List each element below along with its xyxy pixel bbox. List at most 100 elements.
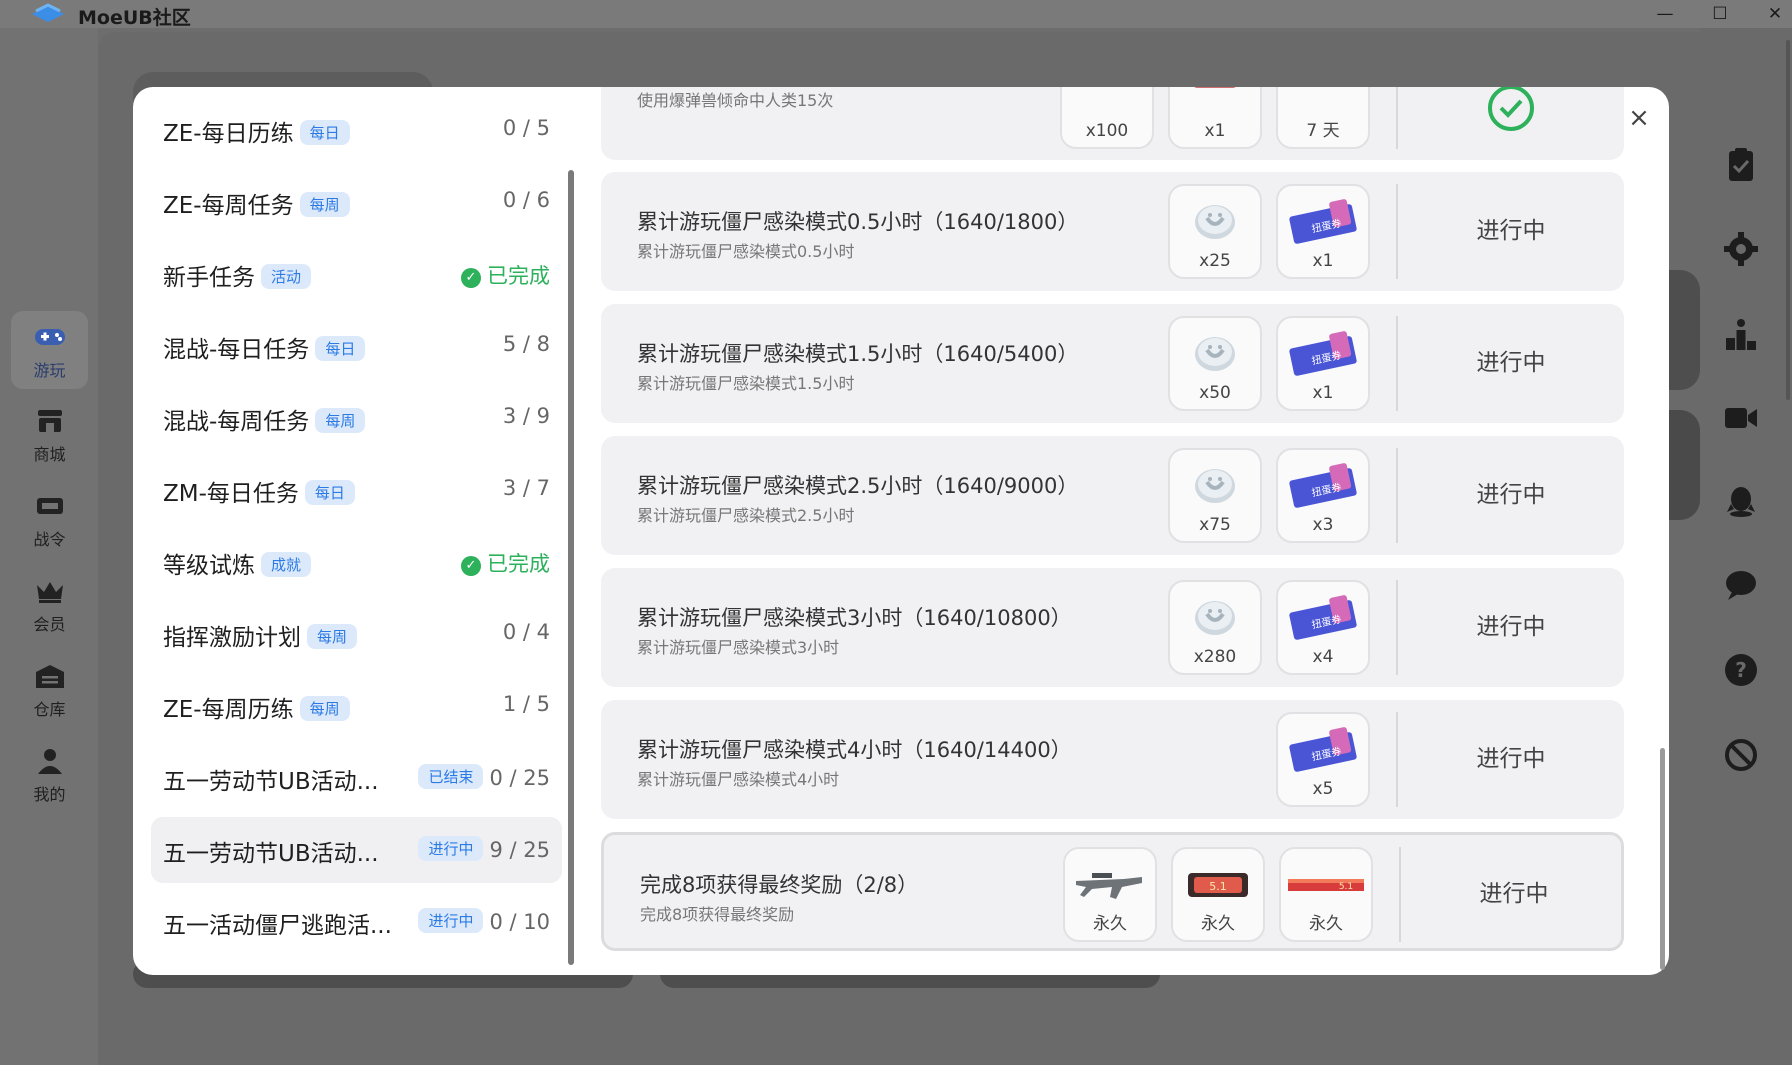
reward-quantity: x100 — [1085, 121, 1129, 141]
reward-quantity: x1 — [1312, 251, 1334, 271]
task-name: ZM-每日任务 每日 — [163, 474, 355, 508]
video-icon[interactable] — [1722, 399, 1760, 437]
reward-item[interactable]: x50 — [1168, 316, 1262, 411]
minimize-button[interactable]: — — [1640, 0, 1690, 28]
window-close-button[interactable]: ✕ — [1750, 0, 1792, 28]
reward-item[interactable]: 扭蛋券 x3 — [1276, 448, 1370, 543]
reward-item[interactable]: x25 — [1168, 184, 1262, 279]
objective-card: 累计游玩僵尸感染模式4小时（1640/14400） 累计游玩僵尸感染模式4小时 扭蛋… — [601, 700, 1624, 819]
objective-status: 进行中 — [1476, 746, 1546, 772]
nav-label: 会员 — [33, 615, 66, 634]
task-status-tag: 进行中 — [418, 908, 484, 933]
task-name: 五一劳动节UB活动... — [163, 834, 379, 868]
title-bar: MoeUB社区 — ☐ ✕ — [0, 0, 1792, 29]
nav-item-4[interactable]: 仓库 — [11, 650, 88, 728]
reward-quantity: 永久 — [1093, 914, 1127, 934]
task-completed-label: 已完成 — [487, 264, 550, 288]
objective-description: 累计游玩僵尸感染模式4小时 — [637, 770, 840, 789]
task-progress-value: 9 / 25 — [489, 838, 550, 862]
warehouse-icon — [33, 662, 67, 690]
objective-list-scrollbar[interactable] — [1660, 748, 1665, 970]
check-circle-icon: ✓ — [461, 268, 481, 288]
task-progress-value: 0 / 10 — [489, 910, 550, 934]
smg-icon — [1072, 857, 1148, 909]
task-title: 等级试炼 — [163, 553, 255, 579]
objective-title: 累计游玩僵尸感染模式3小时（1640/10800） — [637, 606, 1072, 630]
task-item[interactable]: 混战-每周任务 每周 3 / 9 — [151, 385, 562, 451]
clipboard-check-icon[interactable] — [1722, 146, 1760, 184]
task-status-tag: 已结束 — [418, 764, 484, 789]
coin-icon — [1177, 326, 1253, 378]
task-item[interactable]: 五一劳动节UB活动... 已结束 0 / 25 — [151, 745, 562, 811]
nav-item-1[interactable]: 商城 — [11, 395, 88, 473]
task-title: ZE-每日历练 — [163, 121, 294, 147]
task-title: 五一劳动节UB活动... — [163, 841, 379, 867]
objective-title: 累计游玩僵尸感染模式2.5小时（1640/9000） — [637, 474, 1079, 498]
svg-text:5.1: 5.1 — [1209, 880, 1227, 893]
coin-icon — [1177, 590, 1253, 642]
reward-quantity: x3 — [1312, 515, 1334, 535]
task-item[interactable]: 等级试炼 成就 ✓ 已完成 — [151, 529, 562, 595]
coin-icon — [1177, 194, 1253, 246]
reward-item[interactable]: 扭蛋券 x1 — [1276, 316, 1370, 411]
task-type-tag: 每周 — [315, 408, 366, 433]
chat-icon[interactable] — [1722, 566, 1760, 604]
task-title: ZE-每周历练 — [163, 697, 294, 723]
reward-item[interactable]: 永久 — [1063, 847, 1157, 942]
task-progress-value: 0 / 5 — [502, 116, 550, 140]
objective-status: 进行中 — [1479, 881, 1549, 907]
objective-card: 累计游玩僵尸感染模式3小时（1640/10800） 累计游玩僵尸感染模式3小时 x2… — [601, 568, 1624, 687]
reward-quantity: x280 — [1193, 647, 1237, 667]
reward-quantity: x4 — [1312, 647, 1334, 667]
user-icon — [33, 747, 67, 775]
task-progress-value: 0 / 4 — [502, 620, 550, 644]
task-item[interactable]: ZE-每日历练 每日 0 / 5 — [151, 97, 562, 163]
task-progress: 0 / 4 — [503, 620, 550, 644]
task-name: ZE-每日历练 每日 — [163, 114, 350, 148]
task-title: 指挥激励计划 — [163, 625, 301, 651]
task-name: 指挥激励计划 每周 — [163, 618, 358, 652]
nav-item-0[interactable]: 游玩 — [11, 311, 88, 389]
ban-icon[interactable] — [1722, 736, 1760, 774]
nav-item-5[interactable]: 我的 — [11, 735, 88, 813]
reward-quantity: x50 — [1199, 383, 1231, 403]
gear-icon[interactable] — [1722, 230, 1760, 268]
app-title: MoeUB社区 — [78, 7, 191, 29]
task-item[interactable]: 五一劳动节UB活动... 进行中 9 / 25 — [151, 817, 562, 883]
task-title: 新手任务 — [163, 265, 255, 291]
nav-item-3[interactable]: 会员 — [11, 565, 88, 643]
task-type-tag: 成就 — [261, 552, 312, 577]
task-progress-value: 0 / 25 — [489, 766, 550, 790]
reward-item[interactable]: x280 — [1168, 580, 1262, 675]
reward-item[interactable]: 扭蛋券 x4 — [1276, 580, 1370, 675]
nav-item-2[interactable]: 战令 — [11, 480, 88, 558]
maximize-button[interactable]: ☐ — [1695, 0, 1745, 28]
task-item[interactable]: ZE-每周任务 每周 0 / 6 — [151, 169, 562, 235]
task-item[interactable]: 指挥激励计划 每周 0 / 4 — [151, 601, 562, 667]
crown-icon — [33, 577, 67, 605]
task-item[interactable]: ZE-每周历练 每周 1 / 5 — [151, 673, 562, 739]
task-type-tag: 活动 — [261, 264, 312, 289]
reward-item[interactable]: x75 — [1168, 448, 1262, 543]
reward-item[interactable]: 扭蛋券 x5 — [1276, 712, 1370, 807]
nav-label: 商城 — [33, 445, 66, 464]
help-icon[interactable]: ? — [1722, 651, 1760, 689]
task-type-tag: 每日 — [304, 480, 355, 505]
task-item[interactable]: ZM-每日任务 每日 3 / 7 — [151, 457, 562, 523]
task-item[interactable]: 五一活动僵尸逃跑活... 进行中 0 / 10 — [151, 889, 562, 955]
reward-item[interactable]: 5.1 永久 — [1279, 847, 1373, 942]
task-title: 五一活动僵尸逃跑活... — [163, 913, 392, 939]
task-progress: 3 / 9 — [503, 404, 550, 428]
task-item[interactable]: 新手任务 活动 ✓ 已完成 — [151, 241, 562, 307]
reward-item[interactable]: 5.1 永久 — [1171, 847, 1265, 942]
page-scrollbar[interactable] — [1786, 40, 1790, 400]
objective-description: 累计游玩僵尸感染模式0.5小时 — [637, 242, 855, 261]
qq-icon[interactable] — [1722, 482, 1760, 520]
task-list-scrollbar[interactable] — [568, 170, 574, 965]
task-item[interactable]: 混战-每日任务 每日 5 / 8 — [151, 313, 562, 379]
ranking-icon[interactable] — [1722, 316, 1760, 354]
task-progress: 0 / 6 — [503, 188, 550, 212]
reward-item[interactable]: 扭蛋券 x1 — [1276, 184, 1370, 279]
task-progress: 3 / 7 — [503, 476, 550, 500]
ticket-icon: 扭蛋券 — [1285, 326, 1361, 378]
